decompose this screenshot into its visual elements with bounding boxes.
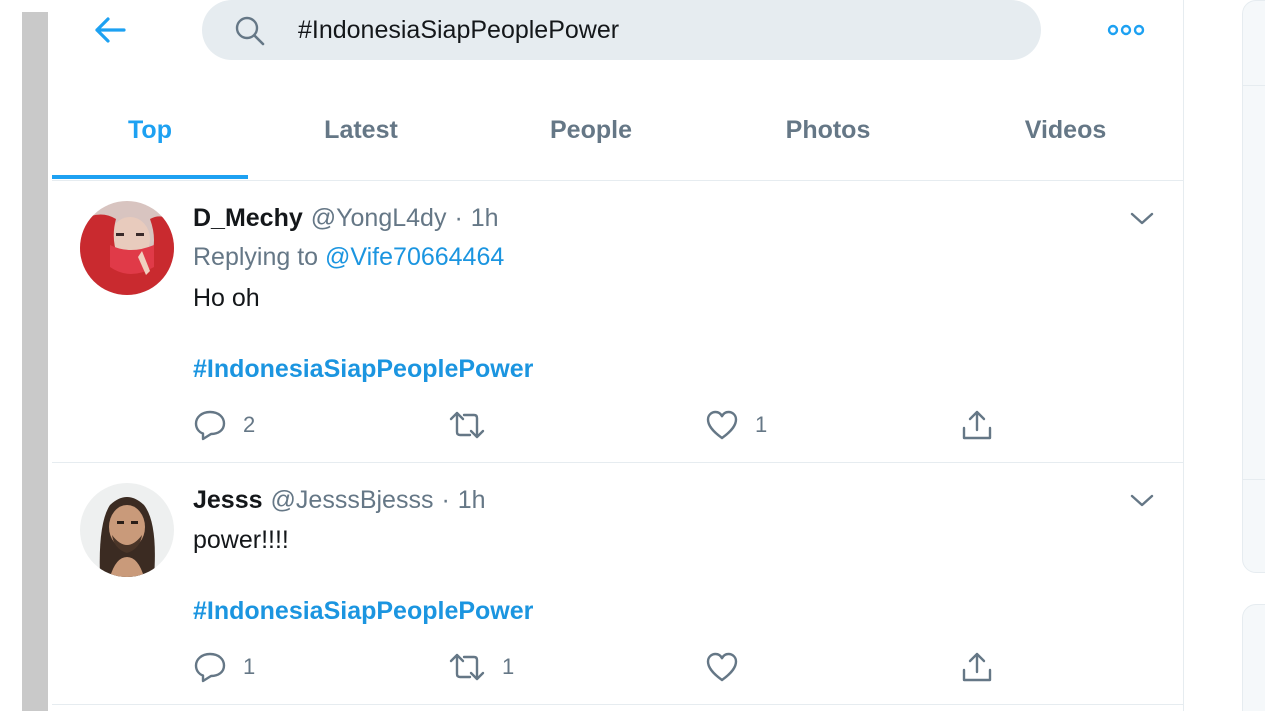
separator-dot: · <box>454 203 463 232</box>
avatar[interactable] <box>80 201 174 295</box>
display-name[interactable]: Jesss <box>193 486 263 515</box>
retweet-button[interactable]: 1 <box>448 649 514 685</box>
tab-label: Top <box>128 115 172 144</box>
separator-dot: · <box>441 485 450 514</box>
chevron-down-icon <box>1130 212 1154 225</box>
tweet-text: power!!!! <box>193 526 289 554</box>
hashtag-link[interactable]: #IndonesiaSiapPeoplePower <box>193 597 533 626</box>
replying-to-label: Replying to <box>193 243 319 271</box>
tweet-menu-button[interactable] <box>1126 203 1158 235</box>
reply-count: 2 <box>243 412 256 437</box>
tab-videos[interactable]: Videos <box>948 82 1183 178</box>
back-arrow-icon <box>95 17 126 43</box>
tweet-text: Ho oh <box>193 284 260 312</box>
retweet-icon <box>449 411 485 439</box>
tweet[interactable]: D_Mechy @YongL4dy · 1h Replying to @Vife… <box>52 181 1183 463</box>
reply-mention-link[interactable]: @Vife70664464 <box>325 243 504 271</box>
share-button[interactable] <box>960 649 994 685</box>
sidebar-card <box>1242 0 1265 573</box>
more-options-button[interactable] <box>1104 14 1148 46</box>
retweet-icon <box>449 653 485 681</box>
scrollbar[interactable] <box>22 12 48 711</box>
user-handle[interactable]: @YongL4dy <box>311 204 447 233</box>
tab-people[interactable]: People <box>474 82 708 178</box>
heart-icon <box>706 410 738 440</box>
twitter-search-page: Top Latest People Photos Videos <box>0 0 1265 711</box>
tab-photos[interactable]: Photos <box>708 82 948 178</box>
tab-label: Latest <box>324 115 398 144</box>
search-tabs: Top Latest People Photos Videos <box>52 82 1183 181</box>
replying-to-line: Replying to @Vife70664464 <box>193 243 504 272</box>
hashtag-link[interactable]: #IndonesiaSiapPeoplePower <box>193 355 533 384</box>
search-header <box>52 0 1183 62</box>
reply-count: 1 <box>243 654 256 679</box>
chevron-down-icon <box>1130 494 1154 507</box>
retweet-button[interactable] <box>448 407 502 443</box>
like-button[interactable]: 1 <box>705 407 767 443</box>
like-button[interactable] <box>705 649 755 685</box>
tweet[interactable]: Jesss @JesssBjesss · 1h power!!!! #Indon… <box>52 463 1183 705</box>
reply-button[interactable]: 2 <box>193 407 255 443</box>
avatar-man-long-hair-icon <box>80 483 174 577</box>
user-handle[interactable]: @JesssBjesss <box>271 486 434 515</box>
back-button[interactable] <box>88 10 132 50</box>
avatar[interactable] <box>80 483 174 577</box>
reply-icon <box>194 410 226 441</box>
more-dots-icon <box>1107 24 1145 36</box>
tweet-time[interactable]: 1h <box>471 204 499 233</box>
display-name[interactable]: D_Mechy <box>193 204 303 233</box>
tab-label: People <box>550 115 632 144</box>
sidebar-card <box>1242 604 1265 711</box>
tweet-time[interactable]: 1h <box>458 486 486 515</box>
like-count: 1 <box>755 412 768 437</box>
heart-icon <box>706 652 738 682</box>
tab-label: Photos <box>785 115 871 144</box>
search-box[interactable] <box>202 0 1041 60</box>
reply-icon <box>194 652 226 683</box>
active-tab-indicator <box>52 175 248 179</box>
search-input[interactable] <box>298 14 998 46</box>
tweet-header: Jesss @JesssBjesss · 1h <box>193 483 486 517</box>
share-button[interactable] <box>960 407 994 443</box>
left-gutter <box>0 0 52 711</box>
tab-top[interactable]: Top <box>52 82 248 179</box>
divider <box>1243 85 1265 86</box>
tweet-menu-button[interactable] <box>1126 485 1158 517</box>
avatar-red-veil-icon <box>80 201 174 295</box>
tab-label: Videos <box>1024 115 1107 144</box>
share-icon <box>962 652 992 682</box>
reply-button[interactable]: 1 <box>193 649 255 685</box>
tab-latest[interactable]: Latest <box>248 82 474 178</box>
share-icon <box>962 410 992 440</box>
retweet-count: 1 <box>502 654 515 679</box>
tweet-header: D_Mechy @YongL4dy · 1h <box>193 201 499 235</box>
right-sidebar <box>1184 0 1265 711</box>
search-icon <box>235 16 265 46</box>
search-results-column: Top Latest People Photos Videos <box>52 0 1184 711</box>
divider <box>1243 479 1265 480</box>
